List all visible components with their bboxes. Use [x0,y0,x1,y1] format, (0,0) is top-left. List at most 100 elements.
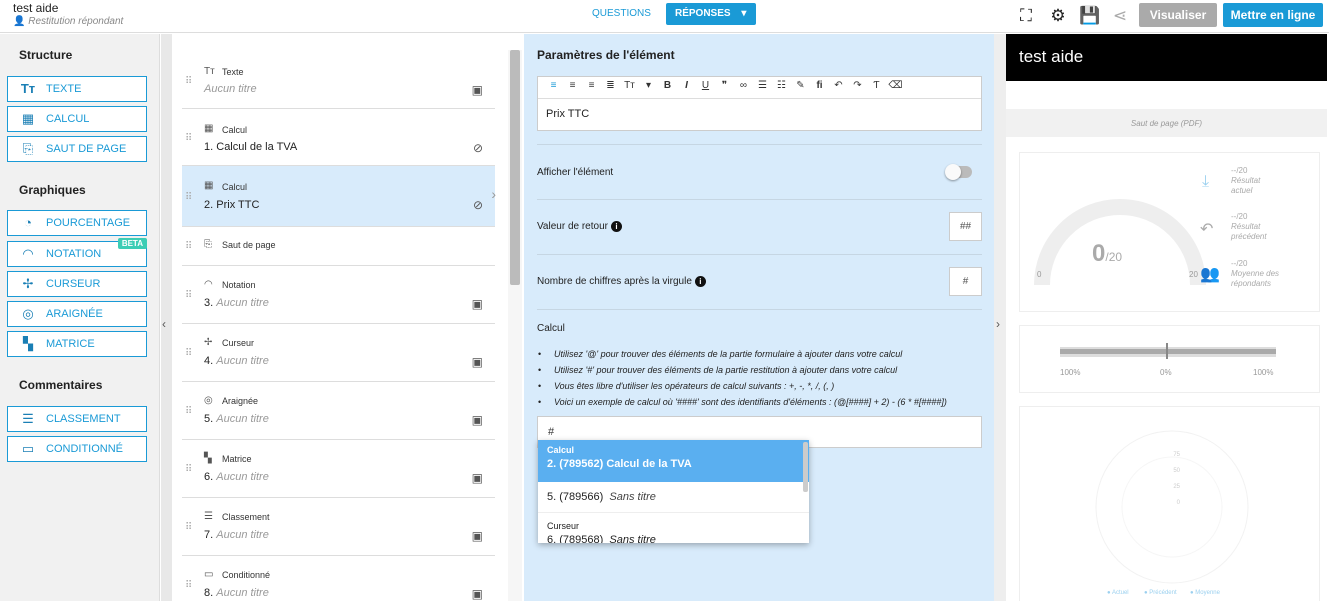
tool-notation[interactable]: ◠ NOTATION BETA [7,238,147,267]
tool-classement[interactable]: ☰ CLASSEMENT [7,406,147,432]
list-item[interactable]: ⠿ ▚ Matrice 6. Aucun titre ▣ [182,440,495,498]
list-item[interactable]: ⠿ ▦ Calcul 1. Calcul de la TVA ⊘ [182,109,495,166]
slider-left-label: 100% [1060,368,1081,377]
chevron-left-icon: ‹ [162,317,166,331]
pdf-page-icon[interactable]: ▣ [472,471,483,485]
commentaires-heading: Commentaires [19,378,103,392]
drag-handle-icon[interactable]: ⠿ [185,522,192,533]
share-icon[interactable]: ⋖ [1110,6,1130,26]
element-title: 3. Aucun titre [204,297,269,309]
align-center-icon[interactable]: ≡ [563,80,582,91]
help-item: Voici un exemple de calcul où '####' son… [554,394,947,410]
calculator-icon: ▦ [204,123,214,134]
eraser-icon[interactable]: ⌫ [886,80,905,91]
tool-matrice[interactable]: ▚ MATRICE [7,331,147,357]
afficher-toggle[interactable] [945,164,972,180]
list-item-selected[interactable]: ⠿ ▦ Calcul 2. Prix TTC ⊘ › [182,166,496,227]
pdf-page-icon[interactable]: ▣ [472,355,483,369]
pdf-page-icon[interactable]: ▣ [472,297,483,311]
collapse-right-button[interactable]: › [994,34,1006,601]
font-size-icon[interactable]: Tт [620,80,639,91]
redo-icon[interactable]: ↷ [848,80,867,91]
dropdown-scrollbar[interactable] [803,442,808,492]
valeur-retour-input[interactable]: ## [949,212,982,241]
element-type: Notation [222,280,256,290]
top-bar: test aide 👤 Restitution répondant QUESTI… [0,0,1329,33]
eye-off-icon[interactable]: ⊘ [473,198,483,212]
pdf-page-icon[interactable]: ▣ [472,529,483,543]
publish-button[interactable]: Mettre en ligne [1223,3,1323,27]
justify-icon[interactable]: ≣ [601,80,620,91]
italic-icon[interactable]: I [677,80,696,91]
bold-icon[interactable]: B [658,80,677,91]
tool-conditionne[interactable]: ▭ CONDITIONNÉ [7,436,147,462]
undo-icon[interactable]: ↶ [829,80,848,91]
settings-icon[interactable]: ⚙ [1048,6,1068,26]
tool-curseur[interactable]: ✢ CURSEUR [7,271,147,297]
element-title: 2. Prix TTC [204,199,260,211]
list-item[interactable]: ⠿ ✢ Curseur 4. Aucun titre ▣ [182,324,495,382]
element-type: Araignée [222,396,259,406]
autocomplete-option[interactable]: 6. (789568) Sans titre [538,531,809,543]
list-item[interactable]: ⠿ ⎘ Saut de page [182,227,495,266]
drag-handle-icon[interactable]: ⠿ [185,241,192,252]
save-icon[interactable]: 💾 [1079,6,1100,26]
numbered-list-icon[interactable]: ☷ [772,80,791,91]
tool-texte[interactable]: Tт TEXTE [7,76,147,102]
drag-handle-icon[interactable]: ⠿ [185,406,192,417]
info-icon[interactable]: i [694,276,706,287]
gauge-max-label: 20 [1189,270,1198,279]
function-icon[interactable]: fi [810,80,829,91]
fullscreen-icon[interactable]: ⛶ [1016,6,1036,26]
list-scrollbar[interactable] [508,50,522,601]
underline-icon[interactable]: U [696,80,715,91]
caret-down-icon[interactable]: ▾ [639,80,658,91]
tool-calcul[interactable]: ▦ CALCUL [7,106,147,132]
clear-format-icon[interactable]: Ƭ [867,80,886,91]
autocomplete-option[interactable]: 5. (789566) Sans titre [538,482,809,513]
gauge-icon: ◠ [204,279,213,290]
list-item[interactable]: ⠿ ▭ Conditionné 8. Aucun titre ▣ [182,556,495,601]
pdf-page-icon[interactable]: ▣ [472,587,483,601]
list-item[interactable]: ⠿ Tт Texte Aucun titre ▣ [182,61,495,109]
editor-content[interactable]: Prix TTC [538,99,981,129]
help-item: Utilisez '#' pour trouver des éléments d… [554,362,947,378]
brush-icon[interactable]: ✎ [791,80,810,91]
visualiser-button[interactable]: Visualiser [1139,3,1217,27]
align-left-icon[interactable]: ≡ [544,80,563,91]
list-item[interactable]: ⠿ ◠ Notation 3. Aucun titre ▣ [182,266,495,324]
tab-questions[interactable]: QUESTIONS [592,8,651,19]
legend-precedent: ● Précédent [1144,590,1177,596]
scrollbar-thumb[interactable] [510,50,520,285]
collapse-left-button[interactable]: ‹ [161,34,172,601]
autocomplete-option-selected[interactable]: Calcul 2. (789562) Calcul de la TVA [538,440,809,482]
nb-chiffres-input[interactable]: # [949,267,982,296]
drag-handle-icon[interactable]: ⠿ [185,76,192,87]
user-icon: 👤 [13,16,26,27]
pdf-page-icon[interactable]: ▣ [472,413,483,427]
tab-reponses[interactable]: RÉPONSES ▾ [666,3,756,25]
element-type: Matrice [222,454,252,464]
tool-saut-de-page[interactable]: ⎘ SAUT DE PAGE [7,136,147,162]
tool-araignee[interactable]: ◎ ARAIGNÉE [7,301,147,327]
drag-handle-icon[interactable]: ⠿ [185,133,192,144]
align-right-icon[interactable]: ≡ [582,80,601,91]
drag-handle-icon[interactable]: ⠿ [185,580,192,591]
calculator-icon: ▦ [21,111,35,126]
quote-icon[interactable]: ❞ [715,80,734,91]
drag-handle-icon[interactable]: ⠿ [185,464,192,475]
pdf-page-icon[interactable]: ▣ [472,83,483,97]
drag-handle-icon[interactable]: ⠿ [185,290,192,301]
caret-down-icon: ▾ [741,8,747,19]
list-item[interactable]: ⠿ ☰ Classement 7. Aucun titre ▣ [182,498,495,556]
info-icon[interactable]: i [610,221,622,232]
list-item[interactable]: ⠿ ◎ Araignée 5. Aucun titre ▣ [182,382,495,440]
link-icon[interactable]: ∞ [734,80,753,91]
drag-handle-icon[interactable]: ⠿ [185,348,192,359]
tool-pourcentage[interactable]: ◔ POURCENTAGE [7,210,147,236]
element-type: Saut de page [222,240,276,250]
rich-text-editor[interactable]: ≡ ≡ ≡ ≣ Tт ▾ B I U ❞ ∞ ☰ ☷ ✎ fi ↶ ↷ Ƭ ⌫ Prix TTC [537,76,982,131]
eye-off-icon[interactable]: ⊘ [473,141,483,155]
bullet-list-icon[interactable]: ☰ [753,80,772,91]
drag-handle-icon[interactable]: ⠿ [185,192,192,203]
